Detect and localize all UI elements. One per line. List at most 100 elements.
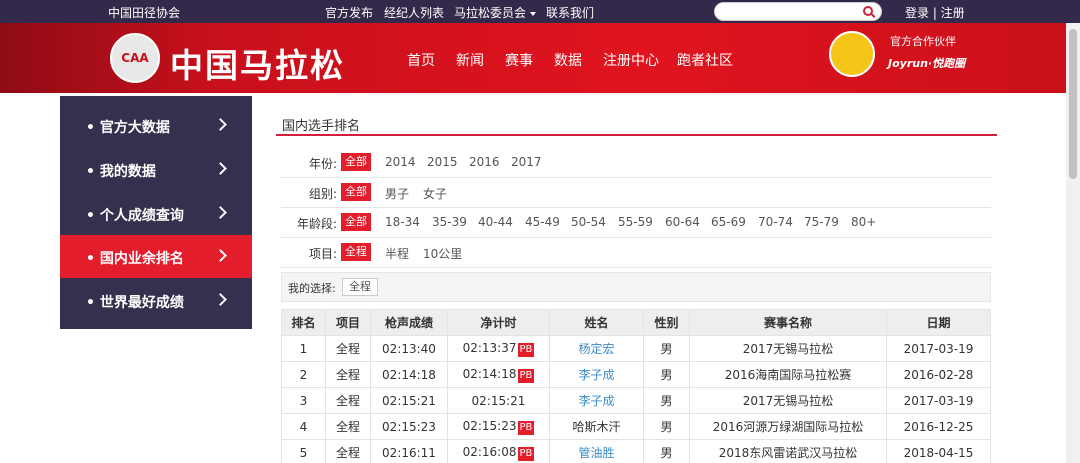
filter-option[interactable]: 55-59 [618,215,653,229]
filter-label: 组别: [308,187,337,201]
cell-name-link[interactable]: 管油胜 [549,439,644,463]
filter-option[interactable]: 40-44 [478,215,513,229]
sidebar-item-official-data[interactable]: • 官方大数据 [60,104,252,147]
caret-down-icon [530,11,537,16]
pb-badge: PB [517,368,535,383]
topbar-link-agents[interactable]: 经纪人列表 [384,4,444,21]
filter-event: 项目: 全程 半程 10公里 [281,238,991,268]
cell-race: 2017无锡马拉松 [689,387,887,414]
cell-event: 全程 [325,335,371,362]
site-logo-text[interactable]: 中国马拉松 [170,39,345,87]
col-rank[interactable]: 排名 [281,309,326,336]
filter-option[interactable]: 2016 [469,155,500,169]
topbar-link-committee[interactable]: 马拉松委员会 [454,4,537,21]
filter-label: 年份: [308,157,337,171]
cell-gender: 男 [643,335,690,362]
nav-community[interactable]: 跑者社区 [677,50,733,70]
filter-option[interactable]: 10公里 [423,245,462,262]
cell-gender: 男 [643,439,690,463]
filter-label: 年龄段: [296,217,337,231]
sidebar-item-personal-query[interactable]: • 个人成绩查询 [60,192,252,235]
filter-option[interactable]: 65-69 [711,215,746,229]
filter-option[interactable]: 男子 [385,185,409,202]
cell-name-link[interactable]: 李子成 [549,361,644,388]
org-link[interactable]: 中国田径协会 [108,4,180,21]
cell-rank: 2 [281,361,326,388]
cell-date: 2018-04-15 [886,439,991,463]
col-gun-time[interactable]: 枪声成绩 [370,309,448,336]
filter-option[interactable]: 2014 [385,155,416,169]
cell-gun-time: 02:15:23 [370,413,448,440]
page-scrollbar[interactable] [1066,23,1080,463]
filter-option[interactable]: 80+ [851,215,876,229]
partner-name[interactable]: Joyrun·悦跑圈 [888,55,965,71]
cell-gender: 男 [643,387,690,414]
page-title: 国内选手排名 [282,119,361,134]
caa-logo[interactable]: CAA [110,33,160,83]
filter-option[interactable]: 60-64 [665,215,700,229]
filter-option[interactable]: 2017 [511,155,542,169]
cell-net-time: 02:15:21 [447,387,550,414]
topbar-link-contact[interactable]: 联系我们 [546,4,594,21]
search-icon[interactable] [863,6,873,16]
table-row: 2 全程 02:14:18 02:14:18 PB 李子成 男 2016海南国际马… [281,361,991,388]
filter-option[interactable]: 75-79 [804,215,839,229]
col-net-time[interactable]: 净计时 [447,309,550,336]
search-input[interactable] [714,2,882,21]
col-gender[interactable]: 性别 [643,309,690,336]
filter-option-selected[interactable]: 全部 [341,183,371,201]
filter-option[interactable]: 35-39 [432,215,467,229]
sidebar-item-my-data[interactable]: • 我的数据 [60,148,252,191]
filter-option-selected[interactable]: 全程 [341,243,371,261]
filter-year: 年份: 全部 2014 2015 2016 2017 [281,148,991,178]
cell-date: 2016-12-25 [886,413,991,440]
chevron-right-icon [214,293,227,306]
nav-home[interactable]: 首页 [407,50,435,70]
cell-gun-time: 02:15:21 [370,387,448,414]
sidebar-item-label: • 国内业余排名 [86,251,184,267]
col-name[interactable]: 姓名 [549,309,644,336]
login-register-link[interactable]: 登录 | 注册 [905,4,965,21]
cell-gun-time: 02:16:11 [370,439,448,463]
cell-event: 全程 [325,361,371,388]
nav-data[interactable]: 数据 [554,50,582,70]
sidebar-item-domestic-ranking[interactable]: • 国内业余排名 [60,235,252,278]
cell-rank: 5 [281,439,326,463]
nav-registration[interactable]: 注册中心 [603,50,659,70]
filter-option[interactable]: 半程 [385,245,409,262]
cell-date: 2017-03-19 [886,387,991,414]
cell-name-link[interactable]: 杨定宏 [549,335,644,362]
cell-name-link[interactable]: 哈斯木汗 [549,413,644,440]
col-race[interactable]: 赛事名称 [689,309,887,336]
partner-label: 官方合作伙伴 [890,35,956,48]
filter-option[interactable]: 女子 [423,185,447,202]
cell-event: 全程 [325,413,371,440]
filter-option[interactable]: 45-49 [525,215,560,229]
cell-rank: 1 [281,335,326,362]
table-row: 3 全程 02:15:21 02:15:21 李子成 男 2017无锡马拉松 2… [281,387,991,414]
col-event[interactable]: 项目 [325,309,371,336]
table-row: 5 全程 02:16:11 02:16:08 PB 管油胜 男 2018东风雷诺武… [281,439,991,463]
sidebar-item-label: • 世界最好成绩 [86,295,184,311]
nav-news[interactable]: 新闻 [456,50,484,70]
net-time-value: 02:14:18 [462,366,517,381]
filter-option-selected[interactable]: 全部 [341,213,371,231]
filter-option[interactable]: 70-74 [758,215,793,229]
filter-option[interactable]: 50-54 [571,215,606,229]
topbar-link-official[interactable]: 官方发布 [325,4,373,21]
nav-events[interactable]: 赛事 [505,50,533,70]
filter-option-selected[interactable]: 全部 [341,153,371,171]
site-header: CAA 中国马拉松 首页 新闻 赛事 数据 注册中心 跑者社区 官方合作伙伴 J… [0,23,1080,93]
cell-name-link[interactable]: 李子成 [549,387,644,414]
cell-net-time: 02:13:37 PB [447,335,550,362]
col-date[interactable]: 日期 [886,309,991,336]
pb-badge: PB [517,446,535,461]
scrollbar-thumb[interactable] [1069,29,1077,179]
filter-option[interactable]: 2015 [427,155,458,169]
cell-rank: 3 [281,387,326,414]
filter-option[interactable]: 18-34 [385,215,420,229]
cell-race: 2018东风雷诺武汉马拉松 [689,439,887,463]
table-row: 4 全程 02:15:23 02:15:23 PB 哈斯木汗 男 2016河源万绿… [281,413,991,440]
sidebar-item-world-best[interactable]: • 世界最好成绩 [60,279,252,322]
my-choice-tag[interactable]: 全程 [342,278,378,296]
